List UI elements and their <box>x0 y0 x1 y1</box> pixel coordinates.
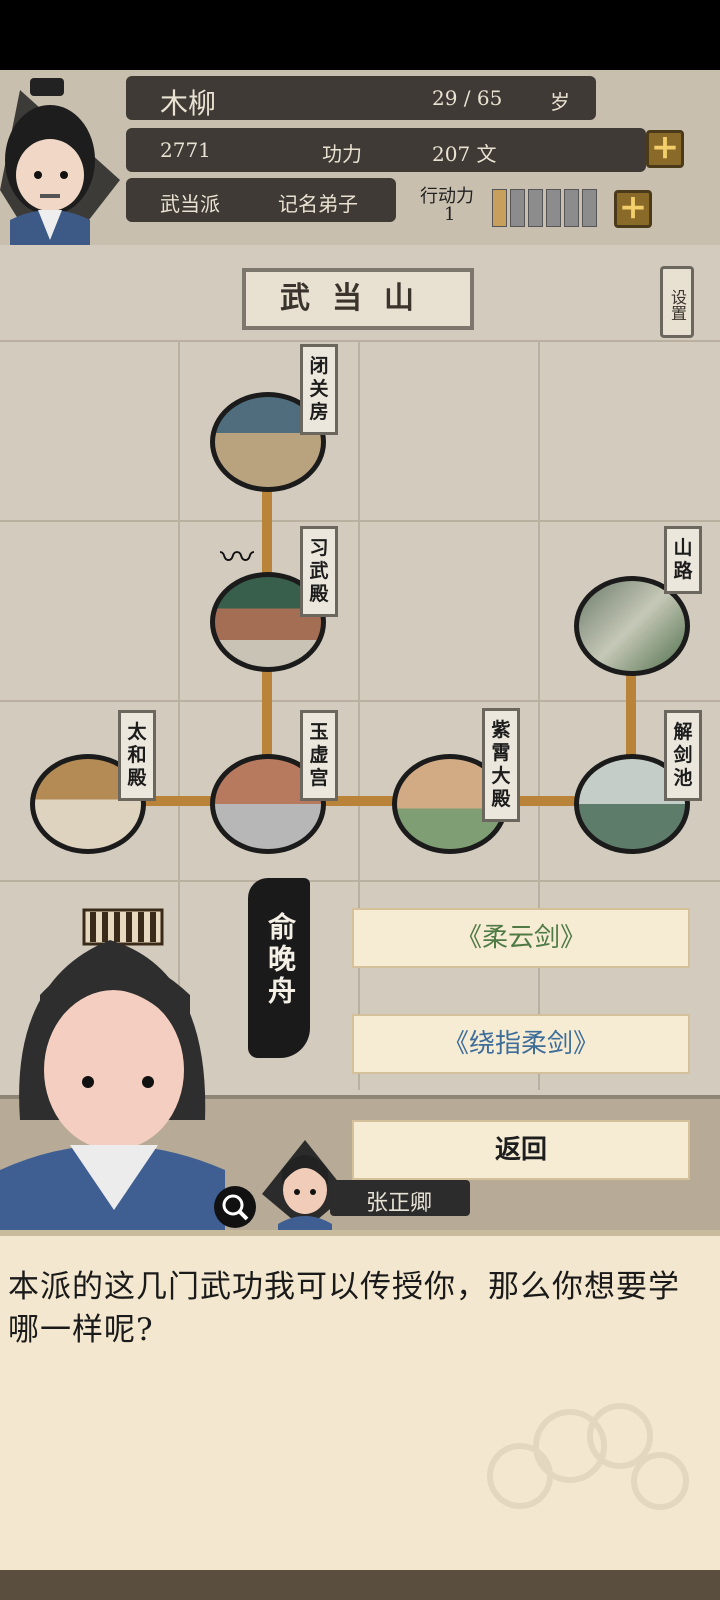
search-icon <box>222 1194 249 1221</box>
label-zixiaodadian: 紫霄大殿 <box>482 708 520 822</box>
label-taihedian: 太和殿 <box>118 710 156 801</box>
add-money-button[interactable]: + <box>646 130 684 168</box>
player-name: 木柳 <box>160 87 217 120</box>
label-xiwudian: 习武殿 <box>300 526 338 617</box>
power-label: 功力 <box>322 142 362 166</box>
action-power-bar <box>492 189 610 229</box>
map-title: 武当山 <box>242 268 474 330</box>
dragon-marker-icon: 〰 <box>220 538 254 578</box>
label-biguanfang: 闭关房 <box>300 344 338 435</box>
settings-button[interactable]: 设置 <box>660 266 694 338</box>
label-shanlu: 山路 <box>664 526 702 594</box>
age-unit: 岁 <box>550 90 570 114</box>
cloud-decoration <box>487 1403 689 1510</box>
power-money-row: 2771 功力 207 文 <box>126 128 646 172</box>
label-jiejianchi: 解剑池 <box>664 710 702 801</box>
action-value: 1 <box>444 204 456 225</box>
bottom-frame <box>0 1570 720 1600</box>
sect-name: 武当派 <box>160 192 220 216</box>
secondary-npc-name: 张正卿 <box>366 1191 433 1216</box>
back-button[interactable]: 返回 <box>352 1120 690 1180</box>
add-action-button[interactable]: + <box>614 190 652 228</box>
dialog-text: 本派的这几门武功我可以传授你，那么你想要学哪一样呢? <box>8 1269 680 1348</box>
money-value: 207 文 <box>432 142 497 166</box>
grid-line <box>0 340 720 342</box>
grid-line <box>358 340 360 1090</box>
grid-line <box>538 340 540 1090</box>
label-yuxugong: 玉虚宫 <box>300 710 338 801</box>
power-value: 2771 <box>160 138 211 162</box>
search-button[interactable] <box>214 1186 256 1228</box>
dialog-box[interactable]: 本派的这几门武功我可以传授你，那么你想要学哪一样呢? <box>0 1230 720 1570</box>
npc-name: 俞晚舟 <box>264 912 297 1008</box>
secondary-npc-name-plate: 张正卿 <box>330 1180 470 1216</box>
status-bar <box>0 0 720 70</box>
grid-line <box>0 880 720 882</box>
player-avatar[interactable] <box>0 70 130 270</box>
choice-rouyunjian[interactable]: 《柔云剑》 <box>352 908 690 968</box>
player-age: 29 / 65 <box>432 86 503 110</box>
choice-label: 《绕指柔剑》 <box>442 1029 599 1059</box>
grid-line <box>0 700 720 702</box>
name-age-row: 木柳 29 / 65 岁 <box>126 76 596 120</box>
disciple-rank: 记名弟子 <box>278 192 358 216</box>
npc-name-banner: 俞晚舟 <box>248 878 310 1058</box>
choice-label: 《柔云剑》 <box>455 923 586 953</box>
grid-line <box>0 520 720 522</box>
choice-raozhiroujian[interactable]: 《绕指柔剑》 <box>352 1014 690 1074</box>
player-header: 木柳 29 / 65 岁 2771 功力 207 文 + 武当派 记名弟子 行动… <box>0 70 720 270</box>
npc-portrait <box>0 900 230 1230</box>
back-label: 返回 <box>494 1135 547 1165</box>
